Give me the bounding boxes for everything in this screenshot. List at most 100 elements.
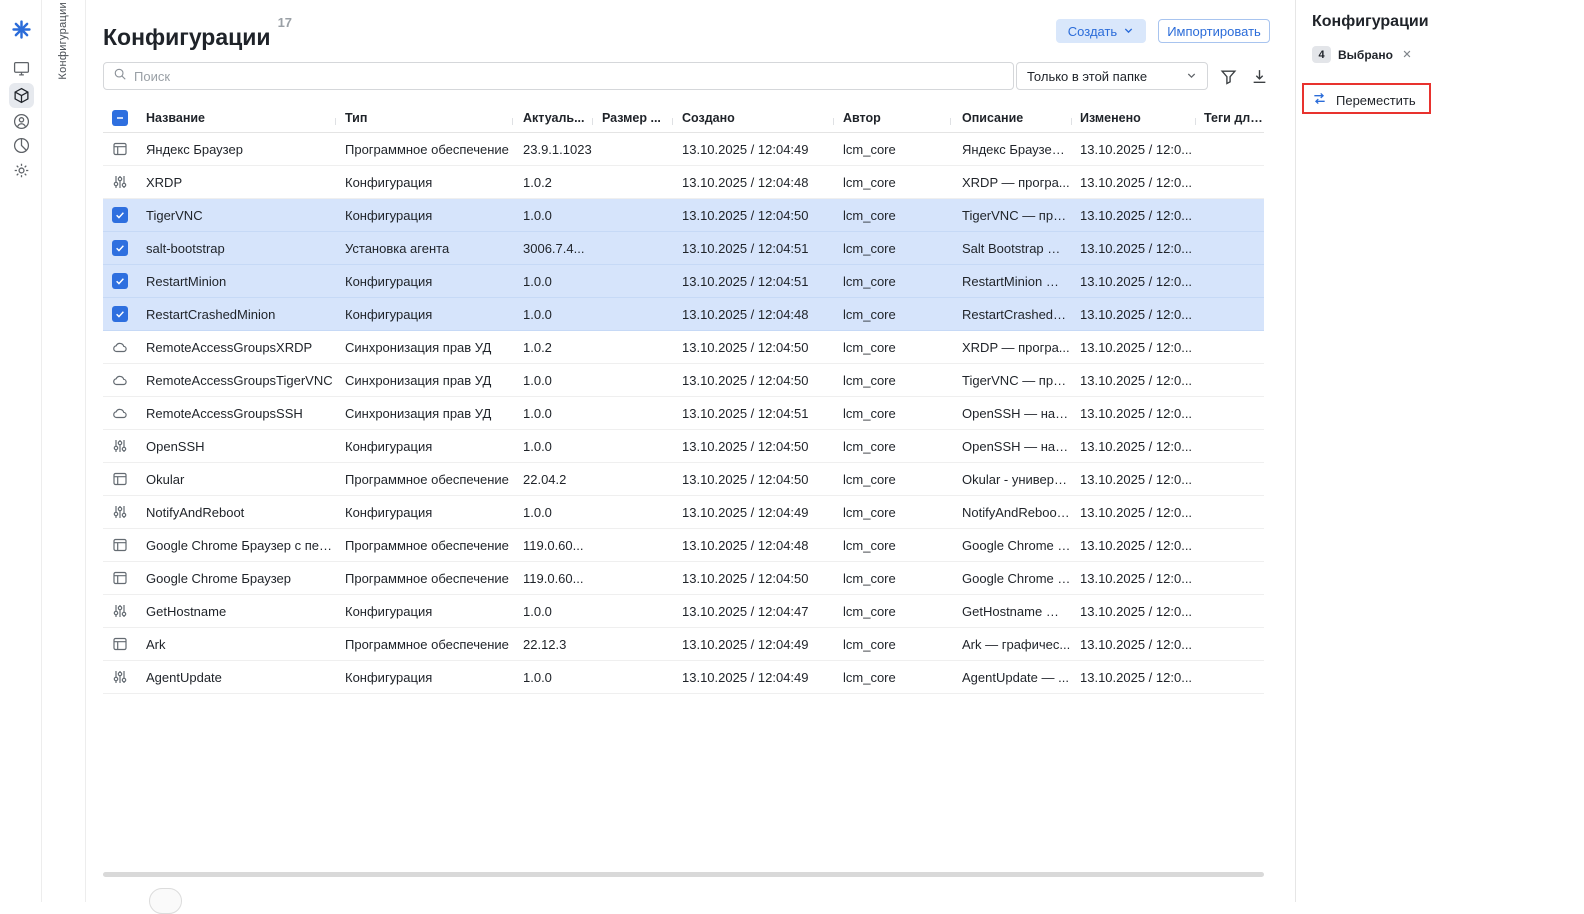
table-row[interactable]: Google Chrome Браузер с перез... Програм… [103,529,1264,562]
row-created: 13.10.2025 / 12:04:50 [682,438,809,454]
search-icon [113,67,127,86]
row-leading[interactable] [103,570,137,586]
package-icon [13,87,30,104]
column-header-created[interactable]: Создано [672,111,833,125]
table-row[interactable]: OpenSSH Конфигурация 1.0.0 13.10.2025 / … [103,430,1264,463]
column-header-type[interactable]: Тип [335,111,512,125]
row-version: 1.0.0 [523,372,552,388]
close-icon [1402,46,1412,64]
cloud-icon [112,405,128,421]
row-leading[interactable] [103,273,137,289]
row-leading[interactable] [103,603,137,619]
row-leading[interactable] [103,240,137,256]
row-leading[interactable] [103,438,137,454]
sidebar-item-desktops[interactable] [9,56,34,81]
table-row[interactable]: RemoteAccessGroupsXRDP Синхронизация пра… [103,331,1264,364]
row-modified: 13.10.2025 / 12:0... [1080,339,1193,355]
column-header-version[interactable]: Актуаль... [512,111,592,125]
column-header-modified[interactable]: Изменено [1071,111,1195,125]
horizontal-scrollbar[interactable] [103,872,1264,877]
row-leading[interactable] [103,405,137,421]
folder-scope-select[interactable]: Только в этой папке [1016,62,1208,90]
row-modified: 13.10.2025 / 12:0... [1080,240,1193,256]
row-modified: 13.10.2025 / 12:0... [1080,636,1193,652]
row-created: 13.10.2025 / 12:04:50 [682,339,809,355]
table-row[interactable]: AgentUpdate Конфигурация 1.0.0 13.10.202… [103,661,1264,694]
search-box[interactable] [103,62,1014,90]
row-leading[interactable] [103,372,137,388]
sliders-icon [112,669,128,685]
checkbox-checked-icon[interactable] [112,306,128,322]
row-created: 13.10.2025 / 12:04:51 [682,240,809,256]
row-leading[interactable] [103,471,137,487]
column-header-description[interactable]: Описание [950,111,1071,125]
row-leading[interactable] [103,636,137,652]
column-header-tags[interactable]: Теги для... [1195,111,1264,125]
pagination-button-partial[interactable] [149,888,182,914]
column-header-size[interactable]: Размер ... [592,111,672,125]
row-name: OpenSSH [146,438,205,454]
row-description: Okular - универс... [962,471,1071,487]
row-leading[interactable] [103,537,137,553]
table-row[interactable]: salt-bootstrap Установка агента 3006.7.4… [103,232,1264,265]
table-row[interactable]: GetHostname Конфигурация 1.0.0 13.10.202… [103,595,1264,628]
app-logo-icon [11,19,32,40]
create-button[interactable]: Создать [1056,19,1146,43]
search-input[interactable] [134,68,1004,84]
row-created: 13.10.2025 / 12:04:50 [682,372,809,388]
table-row[interactable]: Ark Программное обеспечение 22.12.3 13.1… [103,628,1264,661]
row-modified: 13.10.2025 / 12:0... [1080,504,1193,520]
export-button[interactable] [1246,63,1272,89]
row-version: 1.0.0 [523,207,552,223]
row-created: 13.10.2025 / 12:04:48 [682,306,809,322]
header-checkbox-cell[interactable] [103,110,137,126]
clear-selection-button[interactable] [1400,48,1414,62]
table-row[interactable]: TigerVNC Конфигурация 1.0.0 13.10.2025 /… [103,199,1264,232]
row-author: lcm_core [843,471,896,487]
checkbox-checked-icon[interactable] [112,207,128,223]
sidebar-item-settings[interactable] [9,158,34,183]
table-row[interactable]: XRDP Конфигурация 1.0.2 13.10.2025 / 12:… [103,166,1264,199]
download-icon [1251,68,1268,85]
row-type: Программное обеспечение [345,141,509,157]
panel-title: Конфигурации [1312,13,1429,30]
filter-button[interactable] [1215,63,1241,89]
table-row[interactable]: Яндекс Браузер Программное обеспечение 2… [103,133,1264,166]
row-leading[interactable] [103,306,137,322]
table-body: Яндекс Браузер Программное обеспечение 2… [103,133,1264,694]
row-description: AgentUpdate — ... [962,669,1069,685]
row-name: TigerVNC [146,207,203,223]
row-description: TigerVNC — про... [962,372,1071,388]
table-row[interactable]: RestartMinion Конфигурация 1.0.0 13.10.2… [103,265,1264,298]
table-row[interactable]: RestartCrashedMinion Конфигурация 1.0.0 … [103,298,1264,331]
sidebar-item-reports[interactable] [9,133,34,158]
table-row[interactable]: RemoteAccessGroupsSSH Синхронизация прав… [103,397,1264,430]
selected-count-badge: 4 [1312,46,1331,63]
import-button[interactable]: Импортировать [1158,19,1270,43]
row-version: 119.0.60... [523,570,584,586]
row-leading[interactable] [103,504,137,520]
table-row[interactable]: Google Chrome Браузер Программное обеспе… [103,562,1264,595]
checkbox-checked-icon[interactable] [112,273,128,289]
row-leading[interactable] [103,207,137,223]
row-version: 23.9.1.1023 [523,141,592,157]
row-leading[interactable] [103,141,137,157]
table-row[interactable]: RemoteAccessGroupsTigerVNC Синхронизация… [103,364,1264,397]
move-button[interactable]: Переместить [1312,91,1416,109]
row-leading[interactable] [103,174,137,190]
checkbox-checked-icon[interactable] [112,240,128,256]
table-row[interactable]: NotifyAndReboot Конфигурация 1.0.0 13.10… [103,496,1264,529]
row-version: 3006.7.4... [523,240,585,256]
table-row[interactable]: Okular Программное обеспечение 22.04.2 1… [103,463,1264,496]
sidebar-item-configurations[interactable] [9,83,34,108]
row-leading[interactable] [103,339,137,355]
sidebar-item-users[interactable] [9,109,34,134]
checkbox-indeterminate-icon[interactable] [112,110,128,126]
column-header-name[interactable]: Название [137,111,335,125]
row-type: Конфигурация [345,273,433,289]
row-name: Google Chrome Браузер с перез... [146,537,335,553]
app-window-icon [112,141,128,157]
column-header-author[interactable]: Автор [833,111,950,125]
row-leading[interactable] [103,669,137,685]
row-description: Яндекс Браузер ... [962,141,1071,157]
